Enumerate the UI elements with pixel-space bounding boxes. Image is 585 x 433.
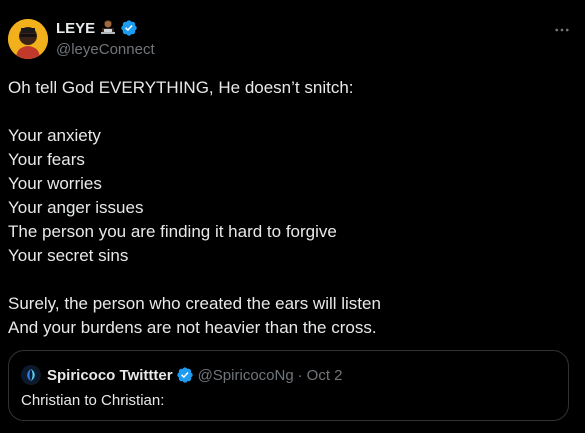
author-display-name[interactable]: LEYE bbox=[56, 20, 95, 37]
quoted-tweet[interactable]: Spiricoco Twittter @SpiricocoNg · Oct 2 … bbox=[8, 350, 569, 421]
tweet-text: Oh tell God EVERYTHING, He doesn’t snitc… bbox=[8, 76, 578, 340]
tweet-closing-line: Surely, the person who created the ears … bbox=[8, 294, 381, 313]
tweet-intro: Oh tell God EVERYTHING, He doesn’t snitc… bbox=[8, 78, 354, 97]
quoted-author-handle[interactable]: @SpiricocoNg bbox=[198, 367, 294, 384]
avatar-illustration bbox=[8, 19, 48, 59]
verified-badge-icon bbox=[120, 19, 138, 37]
tweet-list-item: Your worries bbox=[8, 174, 102, 193]
tweet-closing-line: And your burdens are not heavier than th… bbox=[8, 318, 377, 337]
tweet-list-item: The person you are finding it hard to fo… bbox=[8, 222, 337, 241]
author-info: LEYE @leyeConnect bbox=[56, 18, 155, 59]
man-technologist-emoji-icon bbox=[99, 19, 117, 37]
tweet-list-item: Your secret sins bbox=[8, 246, 129, 265]
quoted-author-avatar[interactable] bbox=[21, 365, 41, 385]
author-avatar[interactable] bbox=[8, 19, 48, 59]
tweet-list-item: Your anger issues bbox=[8, 198, 144, 217]
quoted-author-display-name[interactable]: Spiricoco Twittter bbox=[47, 367, 173, 384]
spiricoco-logo-icon bbox=[27, 369, 35, 381]
tweet-list-item: Your fears bbox=[8, 150, 85, 169]
tweet-card: LEYE @leyeConnect Oh tell God EVERYTHING… bbox=[0, 0, 585, 433]
more-options-button[interactable] bbox=[552, 20, 572, 40]
more-dots-icon bbox=[555, 28, 569, 32]
quoted-tweet-date[interactable]: Oct 2 bbox=[307, 367, 343, 384]
verified-badge-icon bbox=[176, 366, 194, 384]
quoted-tweet-header: Spiricoco Twittter @SpiricocoNg · Oct 2 bbox=[21, 365, 343, 385]
quoted-tweet-text: Christian to Christian: bbox=[21, 392, 165, 409]
separator-dot: · bbox=[297, 366, 303, 384]
author-handle[interactable]: @leyeConnect bbox=[56, 41, 155, 58]
tweet-list-item: Your anxiety bbox=[8, 126, 101, 145]
